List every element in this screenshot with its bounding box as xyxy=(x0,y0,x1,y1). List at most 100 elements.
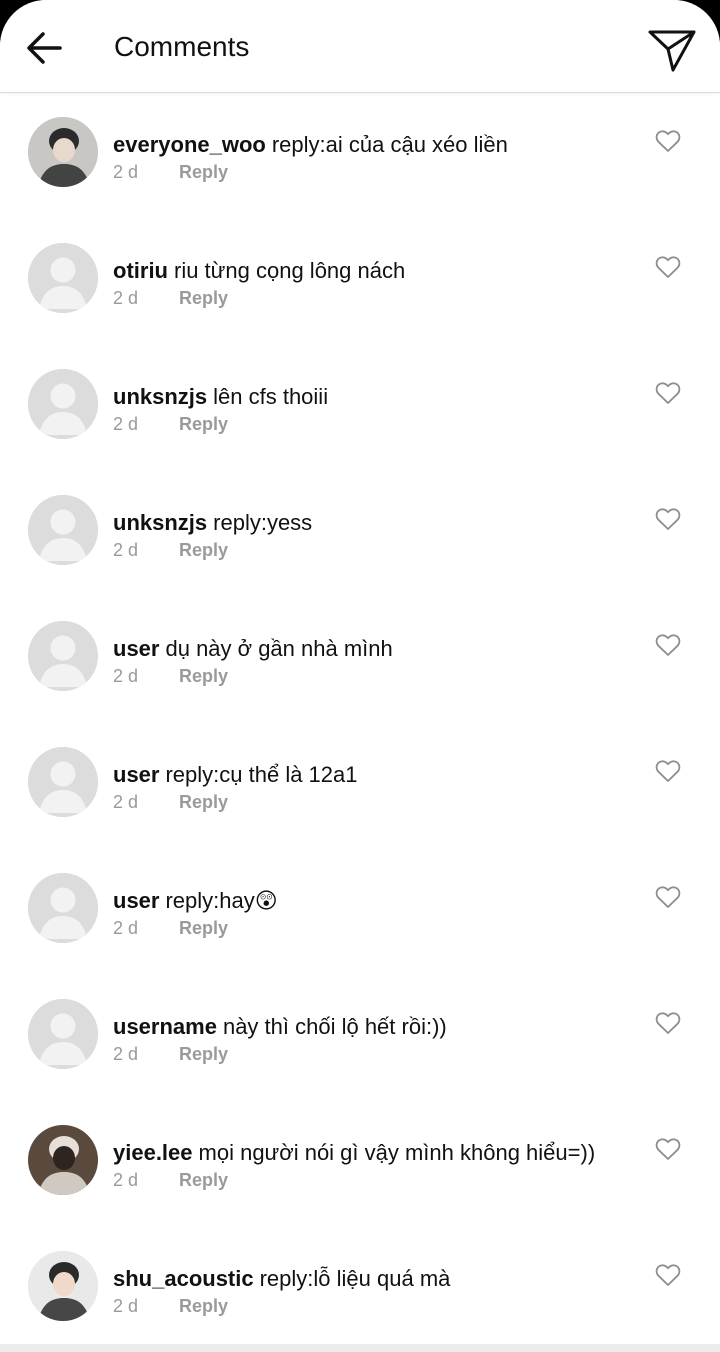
default-avatar-icon xyxy=(28,495,98,565)
heart-icon[interactable] xyxy=(655,129,681,153)
reply-button[interactable]: Reply xyxy=(179,664,228,688)
comment-text: lên cfs thoiii xyxy=(213,384,329,409)
avatar[interactable] xyxy=(28,117,98,187)
page-title: Comments xyxy=(114,31,250,62)
default-avatar-icon xyxy=(28,369,98,439)
avatar[interactable] xyxy=(28,243,98,313)
comment-timestamp: 2 d xyxy=(113,1296,139,1316)
comment-line: username này thì chối lộ hết rồi:)) xyxy=(113,1013,630,1041)
comment-meta: 2 d Reply xyxy=(113,790,228,814)
reply-button[interactable]: Reply xyxy=(179,1042,228,1066)
comment-line: yiee.lee mọi người nói gì vậy mình không … xyxy=(113,1139,630,1167)
reply-button[interactable]: Reply xyxy=(179,160,228,184)
comment-timestamp: 2 d xyxy=(113,918,139,938)
comment-timestamp: 2 d xyxy=(113,540,139,560)
default-avatar-icon xyxy=(28,999,98,1069)
comment-username[interactable]: everyone_woo xyxy=(113,132,266,157)
comment-username[interactable]: user xyxy=(113,762,159,787)
profile-photo-icon xyxy=(28,1125,98,1195)
comment-meta: 2 d Reply xyxy=(113,1294,228,1318)
comment-text: reply:cụ thể là 12a1 xyxy=(165,762,358,787)
reply-button[interactable]: Reply xyxy=(179,916,228,940)
comment-row-8: username này thì chối lộ hết rồi:)) 2 d R… xyxy=(0,975,720,1101)
header-bar: Comments xyxy=(0,0,720,93)
comment-row-1: everyone_woo reply:ai của cậu xéo liền 2 … xyxy=(0,93,720,219)
comment-row-9: yiee.lee mọi người nói gì vậy mình không … xyxy=(0,1101,720,1227)
comment-username[interactable]: yiee.lee xyxy=(113,1140,193,1165)
avatar[interactable] xyxy=(28,999,98,1069)
comment-meta: 2 d Reply xyxy=(113,412,228,436)
comment-text: reply:yess xyxy=(213,510,313,535)
comment-timestamp: 2 d xyxy=(113,288,139,308)
heart-icon[interactable] xyxy=(655,255,681,279)
comment-timestamp: 2 d xyxy=(113,1044,139,1064)
avatar[interactable] xyxy=(28,495,98,565)
comment-row-2: otiriu riu từng cọng lông nách 2 d Reply xyxy=(0,219,720,345)
comment-meta: 2 d Reply xyxy=(113,664,228,688)
comment-row-5: user dụ này ở gần nhà mình 2 d Reply xyxy=(0,597,720,723)
profile-photo-icon xyxy=(28,1251,98,1321)
share-button[interactable] xyxy=(644,24,700,76)
comment-username[interactable]: otiriu xyxy=(113,258,168,283)
comment-timestamp: 2 d xyxy=(113,1170,139,1190)
heart-icon[interactable] xyxy=(655,381,681,405)
profile-photo-icon xyxy=(28,117,98,187)
comment-text: riu từng cọng lông nách xyxy=(174,258,406,283)
heart-icon[interactable] xyxy=(655,1011,681,1035)
comment-username[interactable]: shu_acoustic xyxy=(113,1266,254,1291)
default-avatar-icon xyxy=(28,747,98,817)
comment-row-3: unksnzjs lên cfs thoiii 2 d Reply xyxy=(0,345,720,471)
reply-button[interactable]: Reply xyxy=(179,1294,228,1318)
avatar[interactable] xyxy=(28,747,98,817)
comment-meta: 2 d Reply xyxy=(113,286,228,310)
heart-icon[interactable] xyxy=(655,1137,681,1161)
comment-text: mọi người nói gì vậy mình không hiểu=)) xyxy=(198,1140,596,1165)
comment-meta: 2 d Reply xyxy=(113,1168,228,1192)
default-avatar-icon xyxy=(28,621,98,691)
comment-timestamp: 2 d xyxy=(113,666,139,686)
comment-list: everyone_woo reply:ai của cậu xéo liền 2 … xyxy=(0,93,720,1352)
default-avatar-icon xyxy=(28,243,98,313)
heart-icon[interactable] xyxy=(655,885,681,909)
comment-username[interactable]: username xyxy=(113,1014,217,1039)
heart-icon[interactable] xyxy=(655,759,681,783)
comment-username[interactable]: user xyxy=(113,888,159,913)
heart-icon[interactable] xyxy=(655,633,681,657)
avatar[interactable] xyxy=(28,873,98,943)
comment-line: user reply:hay😲 xyxy=(113,887,630,915)
avatar[interactable] xyxy=(28,1125,98,1195)
comment-line: unksnzjs reply:yess xyxy=(113,509,630,537)
comment-meta: 2 d Reply xyxy=(113,538,228,562)
avatar[interactable] xyxy=(28,621,98,691)
comment-line: unksnzjs lên cfs thoiii xyxy=(113,383,630,411)
comment-line: user dụ này ở gần nhà mình xyxy=(113,635,630,663)
arrow-left-icon xyxy=(27,32,62,64)
comment-row-10: shu_acoustic reply:lỗ liệu quá mà 2 d Rep… xyxy=(0,1227,720,1352)
reply-button[interactable]: Reply xyxy=(179,790,228,814)
back-button[interactable] xyxy=(22,28,66,68)
heart-icon[interactable] xyxy=(655,507,681,531)
comment-timestamp: 2 d xyxy=(113,162,139,182)
default-avatar-icon xyxy=(28,873,98,943)
reply-button[interactable]: Reply xyxy=(179,538,228,562)
comment-text: này thì chối lộ hết rồi:)) xyxy=(222,1014,447,1039)
comment-username[interactable]: unksnzjs xyxy=(113,510,207,535)
avatar[interactable] xyxy=(28,369,98,439)
comment-line: user reply:cụ thể là 12a1 xyxy=(113,761,630,789)
comment-text: reply:hay😲 xyxy=(165,888,278,913)
paper-plane-icon xyxy=(648,30,696,72)
comment-text: reply:lỗ liệu quá mà xyxy=(259,1266,451,1291)
comment-username[interactable]: user xyxy=(113,636,159,661)
comment-timestamp: 2 d xyxy=(113,792,139,812)
heart-icon[interactable] xyxy=(655,1263,681,1287)
avatar[interactable] xyxy=(28,1251,98,1321)
reply-button[interactable]: Reply xyxy=(179,1168,228,1192)
comment-timestamp: 2 d xyxy=(113,414,139,434)
comments-screen: Comments everyone_woo reply:ai của cậu xé… xyxy=(0,0,720,1352)
comment-row-7: user reply:hay😲 2 d Reply xyxy=(0,849,720,975)
comment-text: reply:ai của cậu xéo liền xyxy=(271,132,508,157)
reply-button[interactable]: Reply xyxy=(179,412,228,436)
comment-username[interactable]: unksnzjs xyxy=(113,384,207,409)
comment-line: otiriu riu từng cọng lông nách xyxy=(113,257,630,285)
reply-button[interactable]: Reply xyxy=(179,286,228,310)
